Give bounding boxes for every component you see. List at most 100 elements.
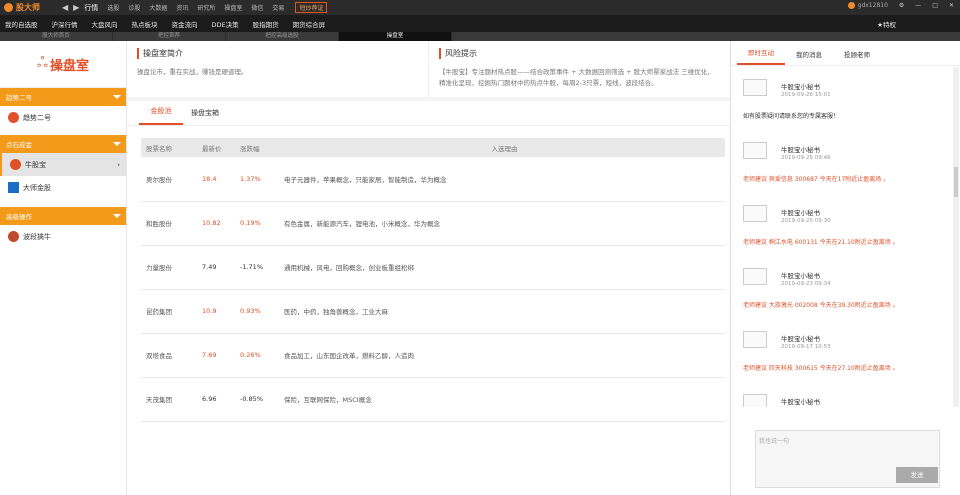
group-header-gold[interactable]: 点石成金 xyxy=(0,135,126,153)
top-menu-item[interactable]: 研究所 xyxy=(197,5,215,12)
avatar xyxy=(743,268,767,285)
window-tab[interactable]: 股大师首页 xyxy=(0,32,113,41)
stock-reason: 食品加工，山东国企改革，燃料乙醇，人造肉 xyxy=(284,352,414,360)
subnav-item[interactable]: 股指期货 xyxy=(253,19,279,29)
stock-name[interactable]: 昆药集团 xyxy=(141,289,197,333)
back-arrow-icon[interactable]: ◀ xyxy=(62,3,68,12)
maximize-icon[interactable]: □ xyxy=(932,2,938,9)
stock-pool-panel: 金股池 操盘宝箱 股票名称 最新价 涨跌幅 入选理由 奥尔股份 18.4 1.37%… xyxy=(127,101,730,495)
message-scrollbar[interactable] xyxy=(953,67,959,407)
tab-live-chat[interactable]: 即时互动 xyxy=(737,47,785,65)
sidebar-item-trend2[interactable]: 趋势二号 xyxy=(0,106,126,129)
table-row[interactable]: 双塔食品 7.69 0.26% 食品加工，山东国企改革，燃料乙醇，人造肉 xyxy=(141,333,725,377)
stock-name[interactable]: 力量股份 xyxy=(141,245,197,289)
settings-icon[interactable]: ⚙ xyxy=(899,2,904,9)
avatar xyxy=(743,331,767,348)
message-text: 老师建议 爽爱信息 300687 今天在17附近止盈离场 。 xyxy=(743,176,890,183)
top-menu-bar: 股大师 ◀ ▶ 行情 选股 诊股 大数据 资讯 研究所 操盘室 微信 交易 短炒荐证 gdx12… xyxy=(0,0,960,15)
send-button[interactable]: 发送 xyxy=(896,467,938,483)
message-text: 老师建议 欣天科技 300615 今天在27.10附近止盈离场 。 xyxy=(743,365,899,372)
table-row[interactable]: 昆药集团 10.9 0.93% 医药，中药，独角兽概念，工业大麻 xyxy=(141,289,725,333)
stock-name[interactable]: 和胜股份 xyxy=(141,201,197,245)
table-row[interactable]: 天茂集团 6.96 -0.85% 保险，互联网保险，MSCI概念 xyxy=(141,377,725,421)
tab-advisors[interactable]: 投顾老师 xyxy=(833,49,881,65)
subnav-item[interactable]: 资金流向 xyxy=(172,19,198,29)
message-item: 牛股宝小秘书 2019-09-25 09:30 老师建议 桐江水电 600131 今… xyxy=(741,193,953,256)
interaction-panel: 即时互动 我的消息 投顾老师 牛股宝小秘书 2019-09-26 15:01 如有股… xyxy=(730,41,960,495)
privilege-link[interactable]: ★特权 xyxy=(877,19,896,29)
stock-reason: 电子元器件，苹果概念，只能家居，智能制造，华为概念 xyxy=(284,175,447,184)
intro-card: 操盘室简介 操盘论市，重在实战，赚钱是硬道理。 xyxy=(127,41,429,97)
window-tab[interactable]: 把控高级选股 xyxy=(226,32,339,41)
message-time: 2019-09-23 09:34 xyxy=(781,281,831,287)
col-name: 股票名称 xyxy=(146,144,172,153)
top-menu-item[interactable]: 交易 xyxy=(272,5,284,12)
scrollbar-thumb[interactable] xyxy=(954,167,958,197)
chevron-down-icon xyxy=(113,95,121,99)
tab-my-messages[interactable]: 我的消息 xyxy=(785,49,833,65)
message-text: 如有股票疑问请联系您的专属客服！ xyxy=(743,113,840,120)
stock-name[interactable]: 奥尔股份 xyxy=(141,157,197,201)
window-controls: gdx12810 ⚙ — □ ✕ xyxy=(847,2,954,9)
group-header-trend[interactable]: 趋势二号 xyxy=(0,88,126,106)
panel-tabs: 金股池 操盘宝箱 xyxy=(127,101,730,126)
top-menu-item[interactable]: 资讯 xyxy=(176,5,188,12)
avatar xyxy=(743,79,767,96)
top-menu-item[interactable]: 操盘室 xyxy=(224,5,242,12)
stock-name[interactable]: 天茂集团 xyxy=(141,377,197,421)
message-item: 牛股宝小秘书 2019-09-23 09:34 老师建议 大族激光 002008 今… xyxy=(741,256,953,319)
top-menu-item[interactable]: 行情 xyxy=(84,4,98,12)
table-row[interactable]: 力量股份 7.49 -1.71% 通用机械，风电，回购概念，创业板重组松绑 xyxy=(141,245,725,289)
chevron-right-icon: › xyxy=(117,160,120,169)
trend-icon xyxy=(8,112,19,123)
minimize-icon[interactable]: — xyxy=(915,2,921,9)
sidebar-item-label: 牛股宝 xyxy=(25,160,46,169)
close-icon[interactable]: ✕ xyxy=(949,2,954,9)
message-time: 2019-09-25 09:46 xyxy=(781,155,831,161)
sub-navigation: 我的自选股 沪深行情 大盘风向 热点板块 资金流向 DDE决策 股指期货 期货综合屏 ★特权 xyxy=(0,15,960,32)
group-title: 点石成金 xyxy=(6,141,32,149)
app-logo[interactable]: 股大师 xyxy=(0,2,62,13)
subnav-item[interactable]: DDE决策 xyxy=(212,19,239,29)
logo-icon xyxy=(4,3,13,12)
group-title: 趋势二号 xyxy=(6,94,32,102)
table-row[interactable]: 和胜股份 10.82 0.19% 有色金属，新能源汽车，锂电池，小米概念，华为概念 xyxy=(141,201,725,245)
promo-badge[interactable]: 短炒荐证 xyxy=(295,2,328,13)
app-name: 股大师 xyxy=(16,3,40,12)
sidebar-item-band[interactable]: 波段擒牛 xyxy=(0,225,126,248)
chat-input[interactable]: 我也说一句 发送 xyxy=(755,430,940,488)
sidebar-item-master-stocks[interactable]: 大师金股 xyxy=(0,176,126,199)
col-change: 涨跌幅 xyxy=(240,144,260,153)
top-menu-item[interactable]: 大数据 xyxy=(149,5,167,12)
message-text: 老师建议 大族激光 002008 今天在39.30附近止盈离场 。 xyxy=(743,302,899,309)
subnav-item[interactable]: 沪深行情 xyxy=(52,19,78,29)
chat-placeholder: 我也说一句 xyxy=(759,438,790,445)
stock-name[interactable]: 双塔食品 xyxy=(141,333,197,377)
message-item: 牛股宝小秘书 2019-09-17 10:53 老师建议 欣天科技 300615 今… xyxy=(741,319,953,382)
user-name[interactable]: gdx12810 xyxy=(858,2,888,9)
stock-reason: 有色金属，新能源汽车，锂电池，小米概念，华为概念 xyxy=(284,220,440,228)
avatar xyxy=(743,142,767,159)
top-menu-item[interactable]: 选股 xyxy=(107,5,119,12)
subnav-item[interactable]: 热点板块 xyxy=(132,19,158,29)
forward-arrow-icon[interactable]: ▶ xyxy=(73,3,79,12)
window-tab[interactable]: 把控首荐 xyxy=(113,32,226,41)
window-tab[interactable]: 操盘室 xyxy=(339,32,452,41)
subnav-item[interactable]: 期货综合屏 xyxy=(293,19,326,29)
subnav-item[interactable]: 大盘风向 xyxy=(92,19,118,29)
people-icon: ஃ xyxy=(37,55,48,71)
message-sender: 牛股宝小秘书 xyxy=(781,272,820,280)
group-header-advanced[interactable]: 高级操作 xyxy=(0,207,126,225)
message-time: 2019-09-17 10:53 xyxy=(781,344,831,350)
message-item: 牛股宝小秘书 2019-09-26 15:01 如有股票疑问请联系您的专属客服！ xyxy=(741,67,953,130)
subnav-item[interactable]: 我的自选股 xyxy=(5,19,38,29)
tab-stock-pool[interactable]: 金股池 xyxy=(139,106,183,125)
tab-treasure[interactable]: 操盘宝箱 xyxy=(183,108,227,125)
sidebar-item-niugubao[interactable]: 牛股宝 › xyxy=(0,153,126,176)
stock-price: 10.82 xyxy=(202,219,221,227)
intro-section: 操盘室简介 操盘论市，重在实战，赚钱是硬道理。 风险提示 【牛股宝】专注题材热点… xyxy=(127,41,730,97)
sidebar-item-label: 大师金股 xyxy=(23,183,51,192)
top-menu-item[interactable]: 微信 xyxy=(251,5,263,12)
top-menu-item[interactable]: 诊股 xyxy=(128,5,140,12)
table-row[interactable]: 奥尔股份 18.4 1.37% 电子元器件，苹果概念，只能家居，智能制造，华为概念 xyxy=(141,157,725,201)
